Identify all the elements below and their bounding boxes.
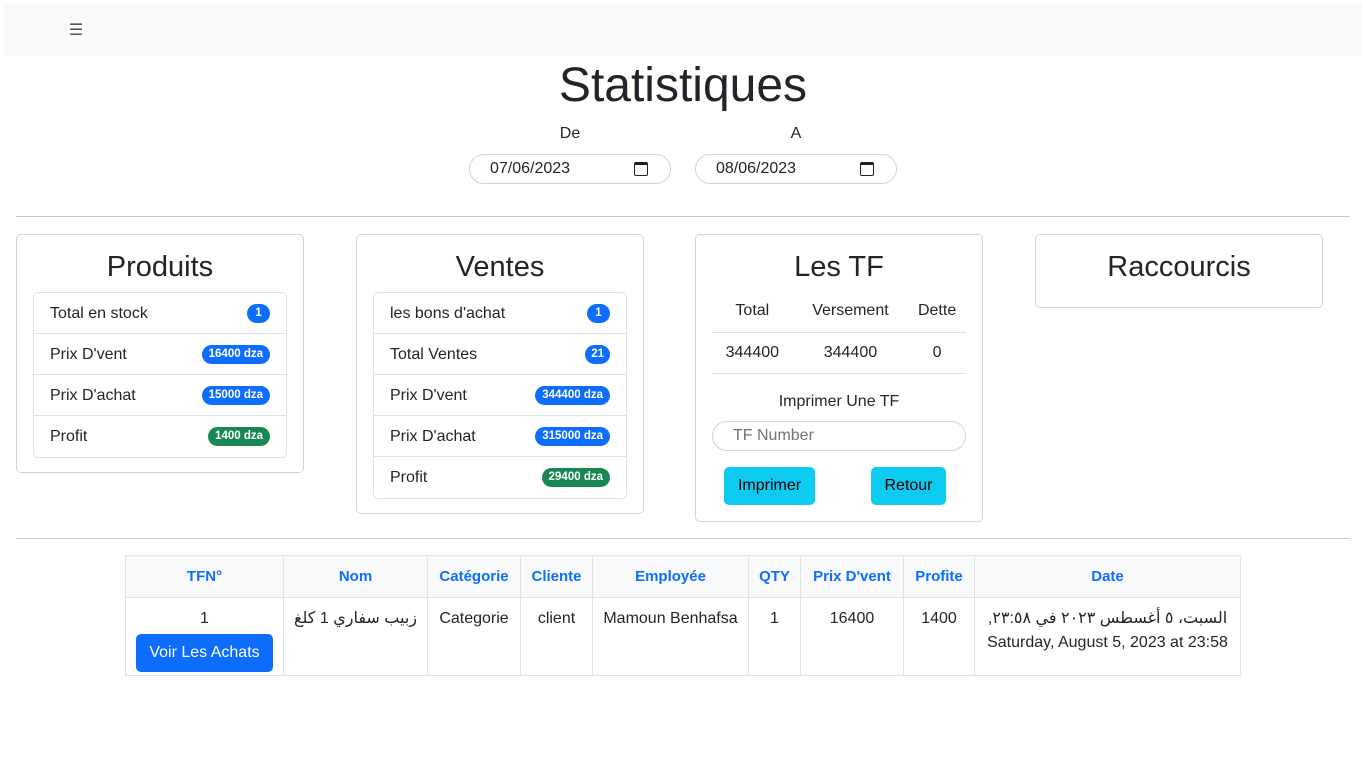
- list-item-label: Total en stock: [50, 305, 148, 322]
- cell-cliente: client: [520, 597, 593, 676]
- list-item-label: Prix D'vent: [390, 387, 467, 404]
- cell-profite: 1400: [903, 597, 975, 676]
- col-header-employee[interactable]: Employée: [592, 555, 749, 598]
- tf-header-versement: Versement: [792, 291, 909, 333]
- list-item-label: Total Ventes: [390, 346, 478, 363]
- list-item-label: Profit: [390, 469, 428, 486]
- page-title: Statistiques: [558, 59, 808, 112]
- tfn-value: 1: [200, 610, 209, 627]
- col-header-date[interactable]: Date: [974, 555, 1241, 598]
- from-date-label: De: [559, 125, 581, 142]
- tf-card: Les TF Total Versement Dette 344400 3444…: [695, 234, 983, 522]
- count-badge: 1: [587, 304, 610, 323]
- col-header-categorie[interactable]: Catégorie: [427, 555, 521, 598]
- profit-badge: 1400 dza: [208, 427, 270, 446]
- hamburger-icon[interactable]: ☰: [66, 21, 86, 41]
- cell-nom: زبيب سفاري 1 كلغ: [283, 597, 428, 676]
- col-header-prix[interactable]: Prix D'vent: [800, 555, 904, 598]
- tf-header-total: Total: [712, 291, 793, 333]
- to-date-value: 08/06/2023: [716, 160, 797, 177]
- ventes-list: les bons d'achat 1 Total Ventes 21 Prix …: [373, 292, 627, 499]
- cell-prix: 16400: [800, 597, 904, 676]
- tf-total-value: 344400: [712, 332, 793, 374]
- cell-tfn: 1 Voir Les Achats: [125, 597, 284, 676]
- cell-employee: Mamoun Benhafsa: [592, 597, 749, 676]
- tf-number-input[interactable]: TF Number: [712, 421, 966, 451]
- card-title: Les TF: [794, 251, 884, 283]
- cell-categorie: Categorie: [427, 597, 521, 676]
- col-header-qty[interactable]: QTY: [748, 555, 801, 598]
- col-header-profite[interactable]: Profite: [903, 555, 975, 598]
- produits-list: Total en stock 1 Prix D'vent 16400 dza P…: [33, 292, 287, 458]
- print-button[interactable]: Imprimer: [724, 467, 815, 505]
- back-button[interactable]: Retour: [871, 467, 946, 505]
- col-header-cliente[interactable]: Cliente: [520, 555, 593, 598]
- tf-table: TFN° Nom Catégorie Cliente Employée QTY …: [125, 555, 1241, 676]
- card-title: Ventes: [455, 251, 545, 283]
- count-badge: 1: [247, 304, 270, 323]
- from-date-input[interactable]: 07/06/2023: [469, 154, 671, 184]
- ventes-card: Ventes les bons d'achat 1 Total Ventes 2…: [356, 234, 644, 514]
- from-date-value: 07/06/2023: [490, 160, 571, 177]
- tf-versement-value: 344400: [792, 332, 909, 374]
- profit-badge: 29400 dza: [541, 468, 610, 487]
- table-row: 1 Voir Les Achats زبيب سفاري 1 كلغ Categ…: [125, 597, 1241, 676]
- calendar-icon[interactable]: [634, 162, 648, 176]
- value-badge: 315000 dza: [535, 427, 610, 446]
- list-item: Profit 29400 dza: [374, 457, 626, 498]
- count-badge: 21: [585, 345, 610, 364]
- to-date-input[interactable]: 08/06/2023: [695, 154, 897, 184]
- value-badge: 344400 dza: [535, 386, 610, 405]
- divider: [16, 216, 1350, 217]
- print-tf-label: Imprimer Une TF: [778, 393, 900, 410]
- tf-summary-table: Total Versement Dette 344400 344400 0: [712, 291, 966, 374]
- date-arabic: السبت، ٥ أغسطس ٢٠٢٣ في ٢٣:٥٨,: [987, 610, 1228, 627]
- cell-date: السبت، ٥ أغسطس ٢٠٢٣ في ٢٣:٥٨, Saturday, …: [974, 597, 1241, 676]
- list-item: Total en stock 1: [34, 293, 286, 334]
- list-item: Prix D'vent 16400 dza: [34, 334, 286, 375]
- divider: [16, 538, 1350, 539]
- list-item: Profit 1400 dza: [34, 416, 286, 457]
- card-title: Produits: [106, 251, 214, 283]
- list-item-label: Profit: [50, 428, 88, 445]
- list-item: les bons d'achat 1: [374, 293, 626, 334]
- col-header-nom[interactable]: Nom: [283, 555, 428, 598]
- date-english: Saturday, August 5, 2023 at 23:58: [987, 634, 1228, 651]
- cell-qty: 1: [748, 597, 801, 676]
- tf-dette-value: 0: [908, 332, 966, 374]
- list-item: Prix D'vent 344400 dza: [374, 375, 626, 416]
- list-item-label: Prix D'achat: [50, 387, 136, 404]
- list-item: Prix D'achat 315000 dza: [374, 416, 626, 457]
- to-date-label: A: [790, 125, 802, 142]
- navbar: ☰: [4, 4, 1362, 56]
- list-item-label: Prix D'achat: [390, 428, 476, 445]
- list-item: Total Ventes 21: [374, 334, 626, 375]
- list-item: Prix D'achat 15000 dza: [34, 375, 286, 416]
- calendar-icon[interactable]: [860, 162, 874, 176]
- raccourcis-card: Raccourcis: [1035, 234, 1323, 308]
- produits-card: Produits Total en stock 1 Prix D'vent 16…: [16, 234, 304, 473]
- value-badge: 15000 dza: [201, 386, 270, 405]
- card-title: Raccourcis: [1107, 251, 1251, 283]
- view-purchases-button[interactable]: Voir Les Achats: [136, 634, 273, 672]
- value-badge: 16400 dza: [201, 345, 270, 364]
- tf-header-dette: Dette: [908, 291, 966, 333]
- list-item-label: Prix D'vent: [50, 346, 127, 363]
- col-header-tfn[interactable]: TFN°: [125, 555, 284, 598]
- list-item-label: les bons d'achat: [390, 305, 506, 322]
